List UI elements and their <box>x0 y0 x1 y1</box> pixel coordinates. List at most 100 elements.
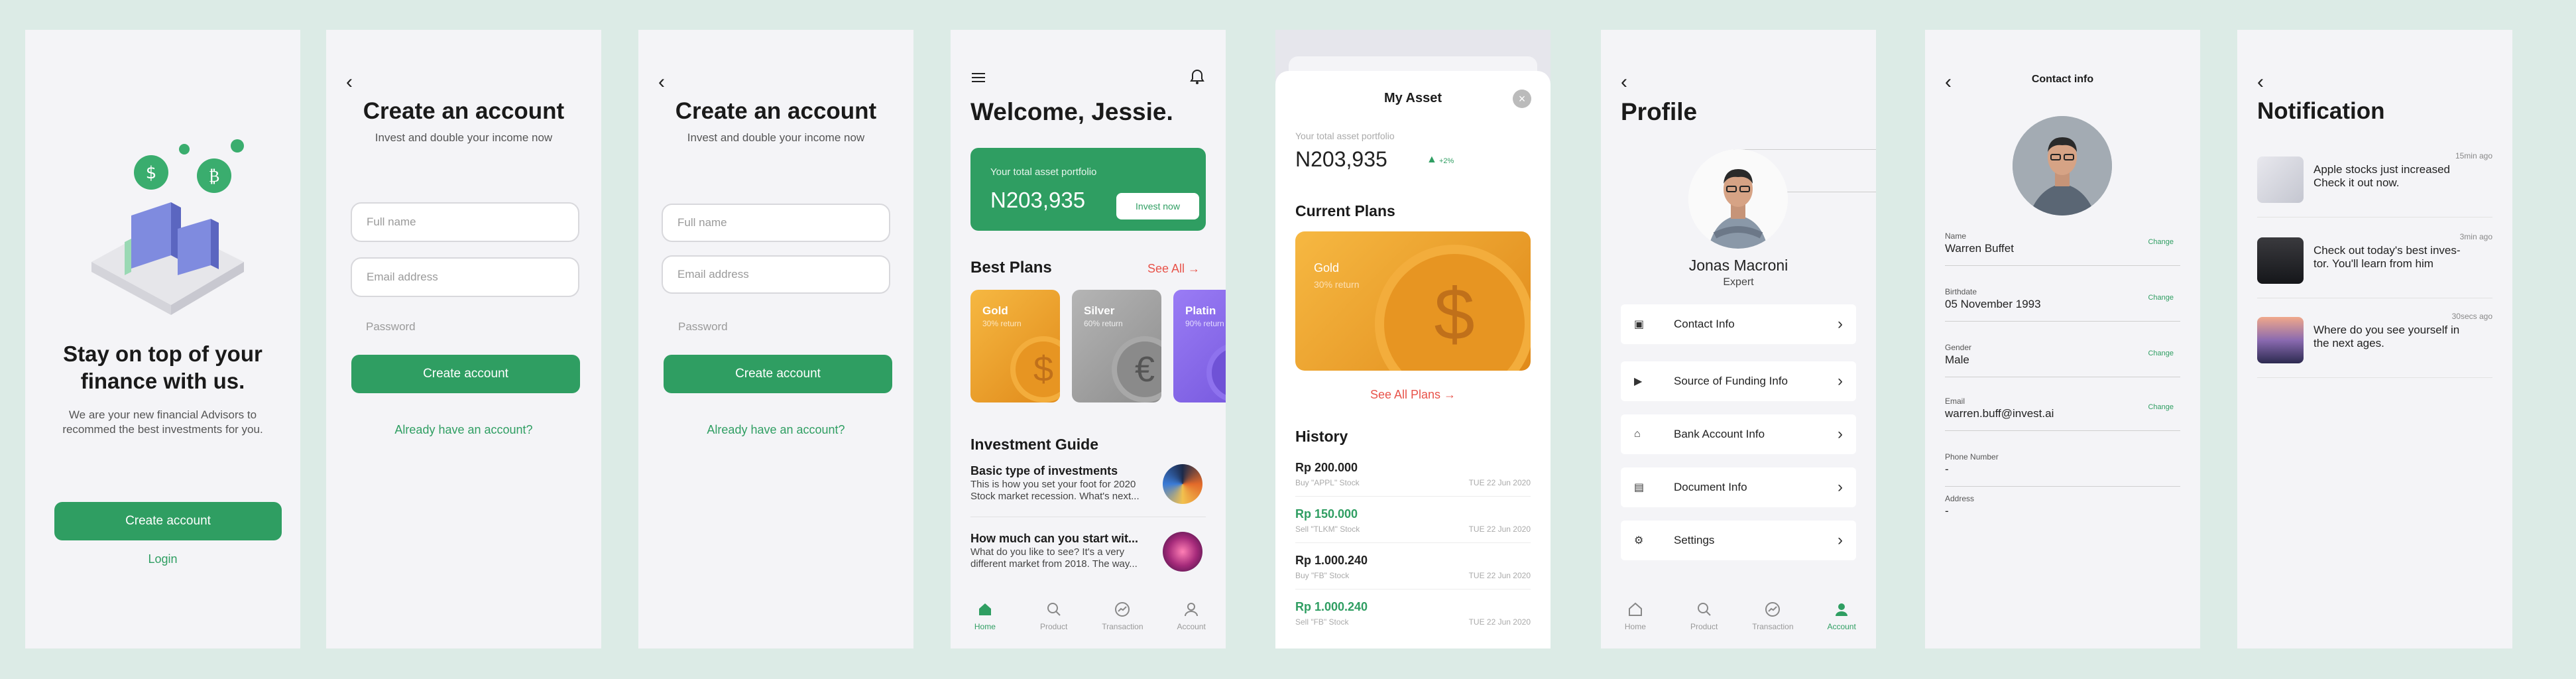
create-account-button[interactable]: Create account <box>54 502 282 540</box>
asset-title: My Asset <box>1383 91 1442 105</box>
gender-field[interactable]: Gender Male Change <box>1945 343 2180 377</box>
contact-title: Contact info <box>2031 74 2094 85</box>
field-label: Birthdate <box>1945 287 1977 296</box>
signup-subtitle: Invest and double your income now <box>375 131 553 144</box>
change-link[interactable]: Change <box>2148 349 2174 357</box>
address-field[interactable]: Address - <box>1945 494 2180 528</box>
email-input[interactable]: Email address <box>351 257 579 297</box>
tab-label: Transaction <box>1102 622 1143 631</box>
tab-product[interactable]: Product <box>1678 601 1731 631</box>
email-input[interactable]: Email address <box>662 255 890 294</box>
portfolio-value: N203,935 <box>990 188 1086 212</box>
contact-info-item[interactable]: ▣ Contact Info › <box>1621 304 1856 344</box>
back-icon[interactable]: ‹ <box>346 72 353 92</box>
notification-item[interactable]: Check out today's best inves-tor. You'll… <box>2257 232 2492 298</box>
signup-screen-2: ‹ Create an account Invest and double yo… <box>638 30 913 648</box>
notification-text: Where do you see yourself in the next ag… <box>2313 324 2460 349</box>
portfolio-label: Your total asset portfolio <box>1295 131 1395 141</box>
chart-icon <box>1114 601 1131 618</box>
change-link[interactable]: Change <box>2148 238 2174 246</box>
apple-thumbnail <box>2257 156 2304 203</box>
onboarding-subtitle: We are your new financial Advisors to re… <box>62 408 263 436</box>
chevron-right-icon: › <box>1838 425 1843 443</box>
coin-icon <box>1206 343 1226 402</box>
guide-thumbnail <box>1163 464 1202 504</box>
guide-title: Basic type of investments <box>970 464 1118 477</box>
invest-now-button[interactable]: Invest now <box>1116 193 1199 219</box>
notification-item[interactable]: Where do you see yourself in the next ag… <box>2257 312 2492 378</box>
history-row[interactable]: Rp 1.000.240 Sell "FB" Stock TUE 22 Jun … <box>1295 595 1531 636</box>
create-account-button[interactable]: Create account <box>664 355 892 393</box>
have-account-link[interactable]: Already have an account? <box>326 423 601 437</box>
menu-icon[interactable] <box>972 72 986 84</box>
tab-label: Transaction <box>1752 622 1794 631</box>
funding-info-item[interactable]: ▶ Source of Funding Info › <box>1621 361 1856 401</box>
history-row[interactable]: Rp 1.000.240 Buy "FB" Stock TUE 22 Jun 2… <box>1295 548 1531 589</box>
name-field[interactable]: Name Warren Buffet Change <box>1945 231 2180 266</box>
field-value: warren.buff@invest.ai <box>1945 407 2054 420</box>
back-icon[interactable]: ‹ <box>658 72 665 92</box>
plan-return: 30% return <box>1314 279 1360 290</box>
svg-text:₿: ₿ <box>209 167 220 186</box>
field-value: Male <box>1945 353 1969 366</box>
fullname-input[interactable]: Full name <box>351 202 579 242</box>
plan-card-platinum[interactable]: Platin 90% return <box>1173 290 1226 402</box>
tab-transaction[interactable]: Transaction <box>1096 601 1149 631</box>
guide-thumbnail <box>1163 532 1202 572</box>
tab-bar: Home Product Transaction Account <box>1601 595 1876 648</box>
onboarding-title: Stay on top of your finance with us. <box>63 341 263 393</box>
history-row[interactable]: Rp 150.000 Sell "TLKM" Stock TUE 22 Jun … <box>1295 502 1531 543</box>
email-field[interactable]: Email warren.buff@invest.ai Change <box>1945 397 2180 431</box>
gold-plan-card[interactable]: Gold 30% return $ <box>1295 231 1531 371</box>
tab-transaction[interactable]: Transaction <box>1746 601 1799 631</box>
back-icon[interactable]: ‹ <box>1621 72 1627 92</box>
see-all-plans-link[interactable]: See All Plans → <box>1275 388 1551 402</box>
settings-item[interactable]: ⚙ Settings › <box>1621 521 1856 560</box>
change-link[interactable]: Change <box>2148 294 2174 302</box>
tab-label: Account <box>1177 622 1206 631</box>
bank-account-item[interactable]: ⌂ Bank Account Info › <box>1621 414 1856 454</box>
guide-body: What do you like to see? It's a very dif… <box>970 546 1138 570</box>
notification-item[interactable]: Apple stocks just increased Check it out… <box>2257 151 2492 217</box>
document-info-item[interactable]: ▤ Document Info › <box>1621 467 1856 507</box>
tab-account[interactable]: Account <box>1165 601 1218 631</box>
tab-account[interactable]: Account <box>1815 601 1868 631</box>
guide-item[interactable]: How much can you start wit... What do yo… <box>970 532 1206 585</box>
have-account-link[interactable]: Already have an account? <box>638 423 913 437</box>
search-icon <box>1045 601 1063 618</box>
field-label: Phone Number <box>1945 452 1999 462</box>
plan-name: Gold <box>1314 261 1340 275</box>
tab-product[interactable]: Product <box>1027 601 1081 631</box>
create-account-button[interactable]: Create account <box>351 355 580 393</box>
avatar <box>1688 149 1788 249</box>
see-all-link[interactable]: See All → <box>1147 262 1200 276</box>
guide-item[interactable]: Basic type of investments This is how yo… <box>970 464 1206 517</box>
password-input[interactable]: Password <box>678 320 728 334</box>
fullname-input[interactable]: Full name <box>662 204 890 242</box>
portfolio-label: Your total asset portfolio <box>990 166 1097 178</box>
signup-subtitle: Invest and double your income now <box>687 131 865 144</box>
change-link[interactable]: Change <box>2148 403 2174 411</box>
password-input[interactable]: Password <box>366 320 416 334</box>
tab-home[interactable]: Home <box>1609 601 1662 631</box>
notification-time: 15min ago <box>2455 151 2492 160</box>
login-link[interactable]: Login <box>25 552 300 566</box>
plan-card-gold[interactable]: Gold 30% return $ <box>970 290 1060 402</box>
signup-screen: ‹ Create an account Invest and double yo… <box>326 30 601 648</box>
profile-name: Jonas Macroni <box>1688 257 1788 274</box>
birthdate-field[interactable]: Birthdate 05 November 1993 Change <box>1945 287 2180 322</box>
welcome-title: Welcome, Jessie. <box>970 98 1173 125</box>
chart-icon <box>1764 601 1781 618</box>
history-row[interactable]: Rp 200.000 Buy "APPL" Stock TUE 22 Jun 2… <box>1295 456 1531 497</box>
back-icon[interactable]: ‹ <box>2257 72 2264 92</box>
plan-card-silver[interactable]: Silver 60% return € <box>1072 290 1161 402</box>
home-icon <box>1627 601 1644 618</box>
current-plans-title: Current Plans <box>1295 202 1395 219</box>
best-plans-title: Best Plans <box>970 259 1052 277</box>
tab-home[interactable]: Home <box>959 601 1012 631</box>
close-icon[interactable]: × <box>1513 90 1531 108</box>
field-label: Gender <box>1945 343 1972 352</box>
phone-field[interactable]: Phone Number - <box>1945 452 2180 487</box>
bell-icon[interactable] <box>1189 68 1205 89</box>
menu-label: Source of Funding Info <box>1674 375 1788 387</box>
